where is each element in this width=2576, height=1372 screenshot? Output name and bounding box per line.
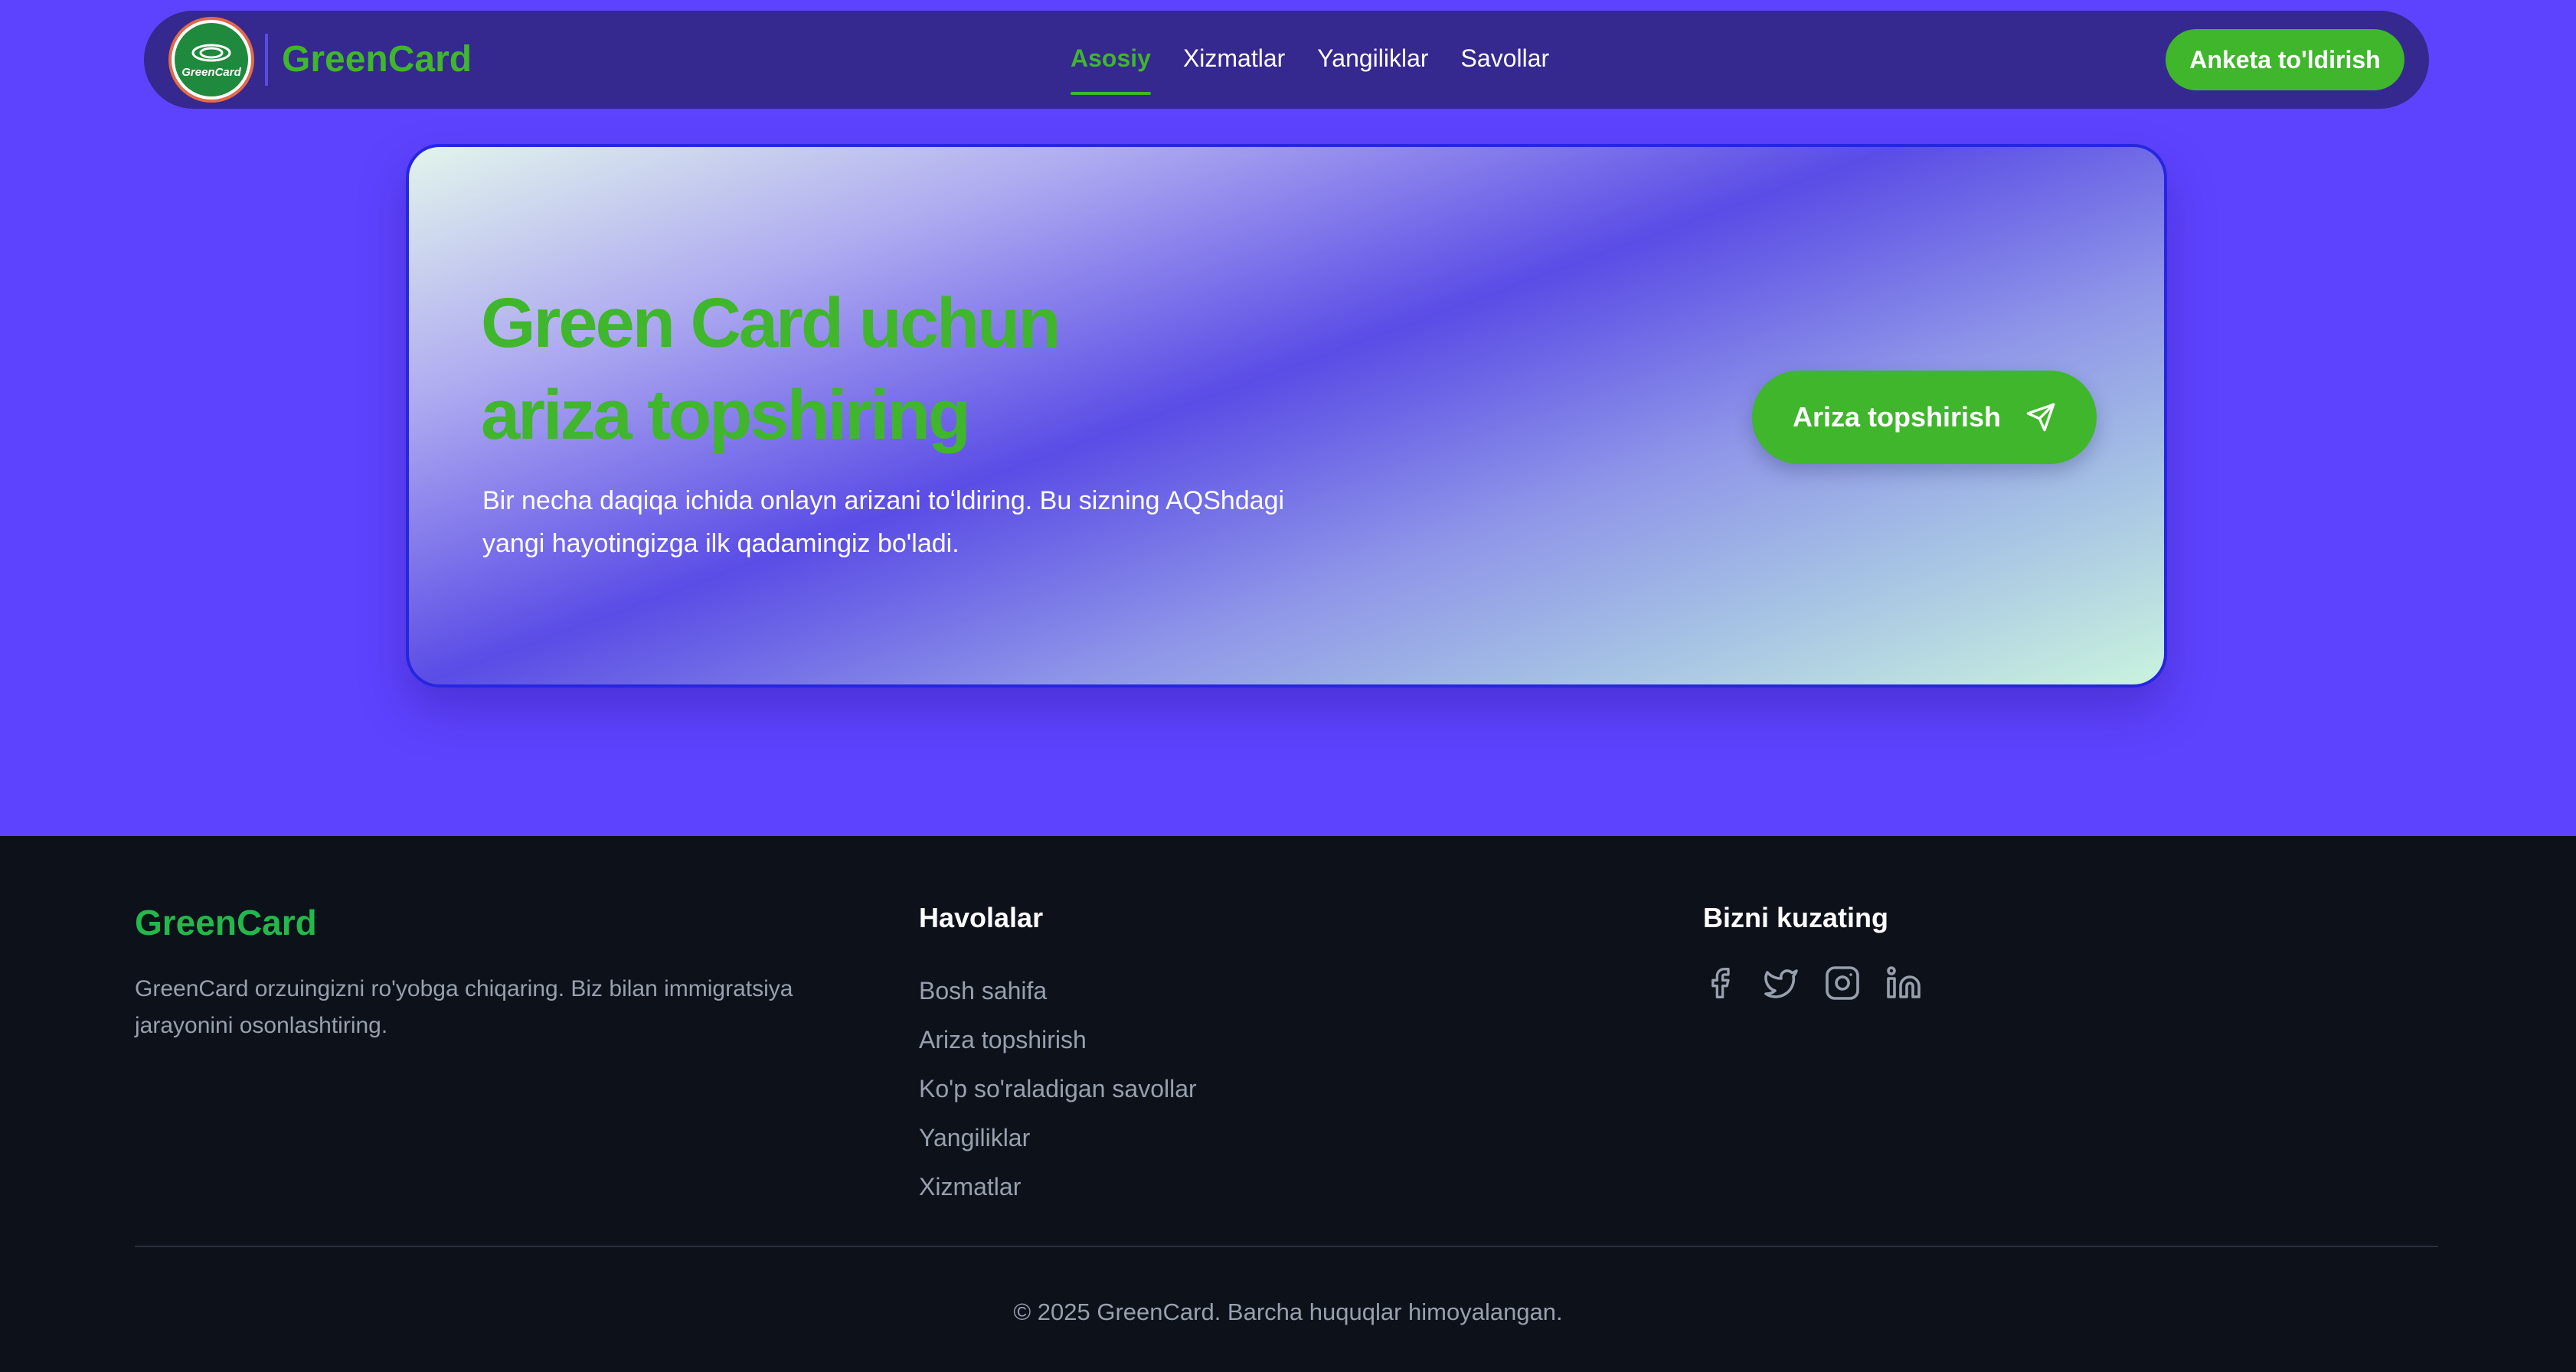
footer-link-ariza-topshirish[interactable]: Ariza topshirish: [919, 1015, 1197, 1064]
social-heading: Bizni kuzating: [1703, 902, 1888, 933]
navbar: GreenCard GreenCard Asosiy Xizmatlar Yan…: [144, 11, 2429, 109]
footer-divider: [135, 1246, 2438, 1247]
hero-title-line-1: Green Card uchun: [481, 284, 1061, 362]
nav-link-savollar[interactable]: Savollar: [1461, 41, 1550, 87]
hero-title-line-2: ariza topshiring: [481, 376, 971, 454]
greencard-logo[interactable]: GreenCard: [168, 17, 254, 103]
nav-link-asosiy[interactable]: Asosiy: [1071, 41, 1151, 95]
nav-links: Asosiy Xizmatlar Yangiliklar Savollar: [1071, 41, 1550, 95]
hero-subtitle-line-1: Bir necha daqiqa ichida onlayn arizani t…: [482, 486, 1285, 515]
submit-application-button[interactable]: Ariza topshirish: [1752, 371, 2097, 464]
facebook-icon[interactable]: [1702, 962, 1738, 1004]
instagram-icon[interactable]: [1824, 962, 1861, 1004]
footer-link-xizmatlar[interactable]: Xizmatlar: [919, 1162, 1197, 1211]
footer-links-list: Bosh sahifa Ariza topshirish Ko'p so'ral…: [919, 966, 1197, 1211]
logo-swirl-icon: [191, 44, 231, 61]
hero-subtitle: Bir necha daqiqa ichida onlayn arizani t…: [482, 479, 1355, 565]
social-links: [1702, 962, 1922, 1004]
hero-subtitle-line-2: yangi hayotingizga ilk qadamingiz bo'lad…: [482, 529, 959, 558]
footer-link-bosh-sahifa[interactable]: Bosh sahifa: [919, 966, 1197, 1015]
footer-brand[interactable]: GreenCard: [135, 902, 317, 943]
logo-emblem: GreenCard: [175, 23, 248, 96]
fill-form-button[interactable]: Anketa to'ldirish: [2166, 29, 2404, 90]
hero-title: Green Card uchun ariza topshiring: [481, 277, 1247, 461]
footer-description: GreenCard orzuingizni ro'yobga chiqaring…: [135, 971, 870, 1044]
copyright-text: © 2025 GreenCard. Barcha huquqlar himoya…: [1013, 1298, 1563, 1325]
hero-card: Green Card uchun ariza topshiring Bir ne…: [406, 144, 2167, 688]
footer-description-line-2: jarayonini osonlashtiring.: [135, 1013, 388, 1038]
twitter-icon[interactable]: [1763, 962, 1800, 1004]
brand-name[interactable]: GreenCard: [282, 37, 472, 83]
nav-link-yangiliklar[interactable]: Yangiliklar: [1317, 41, 1428, 87]
submit-application-label: Ariza topshirish: [1792, 401, 2002, 433]
logo-divider: [265, 34, 268, 86]
nav-link-xizmatlar[interactable]: Xizmatlar: [1183, 41, 1285, 87]
linkedin-icon[interactable]: [1885, 962, 1922, 1004]
send-icon: [2026, 403, 2055, 432]
footer-description-line-1: GreenCard orzuingizni ro'yobga chiqaring…: [135, 976, 793, 1001]
footer-link-yangiliklar[interactable]: Yangiliklar: [919, 1113, 1197, 1162]
logo-text: GreenCard: [181, 65, 241, 79]
footer-link-faq[interactable]: Ko'p so'raladigan savollar: [919, 1064, 1197, 1113]
links-heading: Havolalar: [919, 902, 1044, 933]
